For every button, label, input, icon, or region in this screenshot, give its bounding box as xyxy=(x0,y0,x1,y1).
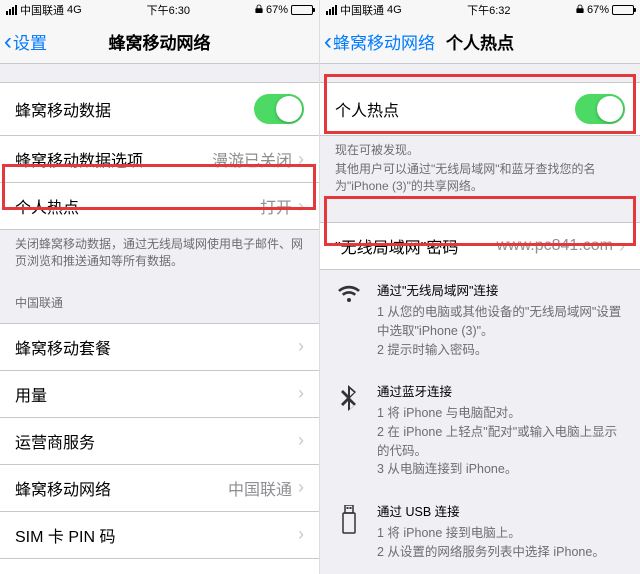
page-title: 个人热点 xyxy=(446,29,514,54)
chevron-left-icon: ‹ xyxy=(4,28,12,56)
cell-label: 个人热点 xyxy=(15,194,260,218)
signal-icon xyxy=(326,5,337,15)
bluetooth-instructions: 通过蓝牙连接 1 将 iPhone 与电脑配对。 2 在 iPhone 上轻点"… xyxy=(320,371,640,491)
chevron-left-icon: ‹ xyxy=(324,28,332,56)
plans-row[interactable]: 蜂窝移动套餐 › xyxy=(0,323,319,371)
page-title: 蜂窝移动网络 xyxy=(109,29,211,54)
chevron-right-icon: › xyxy=(298,383,304,404)
lock-icon xyxy=(255,4,263,17)
cellular-note: 关闭蜂窝移动数据，通过无线局域网使用电子邮件、网页浏览和推送通知等所有数据。 xyxy=(0,230,319,280)
cell-value: 打开 xyxy=(260,194,292,218)
clock: 下午6:30 xyxy=(147,2,190,18)
wifi-password-value: www.pc841.com xyxy=(497,237,614,255)
battery-icon xyxy=(291,5,313,15)
sim-pin-row[interactable]: SIM 卡 PIN 码 › xyxy=(0,512,319,559)
info-title: 通过蓝牙连接 xyxy=(377,383,625,402)
cell-label: 个人热点 xyxy=(335,97,575,121)
cell-label: SIM 卡应用程序 xyxy=(15,570,298,574)
cellular-network-row[interactable]: 蜂窝移动网络 中国联通 › xyxy=(0,465,319,512)
wifi-instructions: 通过"无线局域网"连接 1 从您的电脑或其他设备的"无线局域网"设置中选取"iP… xyxy=(320,270,640,371)
cell-label: "无线局域网"密码 xyxy=(335,234,497,258)
info-line: 2 提示时输入密码。 xyxy=(377,341,625,360)
battery-pct: 67% xyxy=(587,4,609,16)
bluetooth-icon xyxy=(335,383,363,479)
info-title: 通过"无线局域网"连接 xyxy=(377,282,625,301)
info-line: 3 从电脑连接到 iPhone。 xyxy=(377,460,625,479)
nav-bar: ‹ 设置 蜂窝移动网络 xyxy=(0,20,319,64)
cell-value: 中国联通 xyxy=(228,476,292,500)
battery-icon xyxy=(612,5,634,15)
status-bar: 中国联通 4G 下午6:30 67% xyxy=(0,0,319,20)
back-label: 设置 xyxy=(13,29,47,54)
back-button[interactable]: ‹ 蜂窝移动网络 xyxy=(324,28,435,56)
info-title: 通过 USB 连接 xyxy=(377,503,625,522)
hotspot-toggle[interactable] xyxy=(575,94,625,124)
discoverable-note: 其他用户可以通过"无线局域网"和蓝牙查找您的名为"iPhone (3)"的共享网… xyxy=(320,161,640,205)
info-line: 2 从设置的网络服务列表中选择 iPhone。 xyxy=(377,543,625,562)
chevron-right-icon: › xyxy=(619,236,625,257)
cell-label: 蜂窝移动网络 xyxy=(15,476,228,500)
cellular-data-row[interactable]: 蜂窝移动数据 xyxy=(0,82,319,136)
cell-label: 运营商服务 xyxy=(15,429,298,453)
info-line: 1 将 iPhone 接到电脑上。 xyxy=(377,524,625,543)
info-line: 1 从您的电脑或其他设备的"无线局域网"设置中选取"iPhone (3)"。 xyxy=(377,303,625,341)
cellular-data-toggle[interactable] xyxy=(254,94,304,124)
cell-label: 蜂窝移动套餐 xyxy=(15,335,298,359)
carrier-label: 中国联通 xyxy=(340,2,384,18)
sim-apps-row[interactable]: SIM 卡应用程序 › xyxy=(0,559,319,574)
status-bar: 中国联通 4G 下午6:32 67% xyxy=(320,0,640,20)
cellular-options-row[interactable]: 蜂窝移动数据选项 漫游已关闭 › xyxy=(0,136,319,183)
back-button[interactable]: ‹ 设置 xyxy=(4,28,47,56)
lock-icon xyxy=(576,4,584,17)
cell-value: 漫游已关闭 xyxy=(212,147,292,171)
chevron-right-icon: › xyxy=(298,336,304,357)
chevron-right-icon: › xyxy=(298,149,304,170)
wifi-password-row[interactable]: "无线局域网"密码 www.pc841.com › xyxy=(320,222,640,270)
cell-label: 用量 xyxy=(15,382,298,406)
signal-icon xyxy=(6,5,17,15)
usb-icon xyxy=(335,503,363,561)
cell-label: SIM 卡 PIN 码 xyxy=(15,523,298,547)
cell-label: 蜂窝移动数据 xyxy=(15,97,254,121)
chevron-right-icon: › xyxy=(298,524,304,545)
network-type: 4G xyxy=(387,4,402,16)
chevron-right-icon: › xyxy=(298,196,304,217)
info-line: 1 将 iPhone 与电脑配对。 xyxy=(377,404,625,423)
cell-label: 蜂窝移动数据选项 xyxy=(15,147,212,171)
usage-row[interactable]: 用量 › xyxy=(0,371,319,418)
back-label: 蜂窝移动网络 xyxy=(333,29,435,54)
chevron-right-icon: › xyxy=(298,430,304,451)
usb-instructions: 通过 USB 连接 1 将 iPhone 接到电脑上。 2 从设置的网络服务列表… xyxy=(320,491,640,573)
chevron-right-icon: › xyxy=(298,477,304,498)
discoverable-status: 现在可被发现。 xyxy=(320,136,640,161)
carrier-label: 中国联通 xyxy=(20,2,64,18)
network-type: 4G xyxy=(67,4,82,16)
info-line: 2 在 iPhone 上轻点"配对"或输入电脑上显示的代码。 xyxy=(377,423,625,461)
nav-bar: ‹ 蜂窝移动网络 个人热点 xyxy=(320,20,640,64)
wifi-icon xyxy=(335,282,363,359)
hotspot-toggle-row[interactable]: 个人热点 xyxy=(320,82,640,136)
carrier-section-header: 中国联通 xyxy=(0,294,319,315)
carrier-services-row[interactable]: 运营商服务 › xyxy=(0,418,319,465)
clock: 下午6:32 xyxy=(467,2,510,18)
personal-hotspot-row[interactable]: 个人热点 打开 › xyxy=(0,183,319,230)
battery-pct: 67% xyxy=(266,4,288,16)
